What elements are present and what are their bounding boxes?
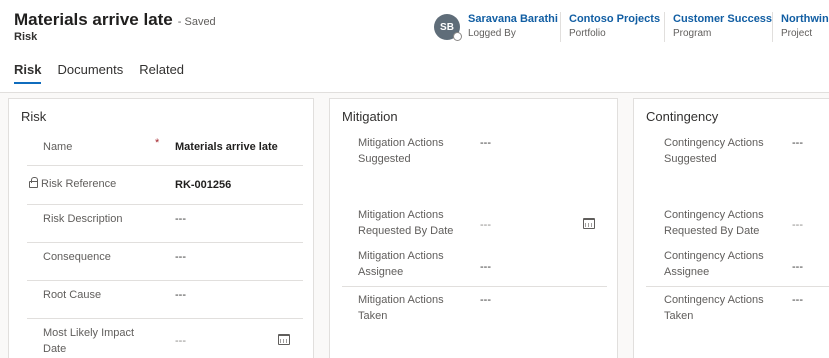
mitigation-requested-label: Mitigation Actions <box>358 209 444 221</box>
contingency-assignee-label-line2: Assignee <box>664 266 710 278</box>
tab-related[interactable]: Related <box>139 62 184 85</box>
section-title-contingency: Contingency <box>646 109 719 124</box>
mitigation-requested-field[interactable]: --- <box>480 217 491 233</box>
header-field-project: Northwind Project <box>781 13 829 39</box>
divider <box>27 204 303 205</box>
consequence-label: Consequence <box>43 251 111 263</box>
impact-date-label-line2: Date <box>43 343 67 355</box>
mitigation-taken-label: Mitigation Actions <box>358 294 444 306</box>
risk-reference-field: RK-001256 <box>175 179 232 191</box>
contingency-assignee-label: Contingency Actions <box>664 250 764 262</box>
mitigation-taken-field[interactable]: --- <box>480 292 491 308</box>
header-divider <box>772 12 773 42</box>
divider <box>27 280 303 281</box>
portfolio-label: Portfolio <box>569 28 606 39</box>
tab-list: Risk Documents Related <box>14 62 200 85</box>
mitigation-assignee-label: Mitigation Actions <box>358 250 444 262</box>
contingency-taken-field[interactable]: --- <box>792 292 803 308</box>
program-link[interactable]: Customer Success <box>673 13 772 25</box>
mitigation-requested-label-line2: Requested By Date <box>358 225 454 237</box>
presence-icon <box>453 32 462 41</box>
tab-documents[interactable]: Documents <box>57 62 123 85</box>
header-divider <box>560 12 561 42</box>
mitigation-suggested-label: Mitigation Actions <box>358 137 444 149</box>
header-divider <box>664 12 665 42</box>
mitigation-section: Mitigation Mitigation Actions Suggested … <box>329 98 618 358</box>
divider <box>27 318 303 319</box>
contingency-suggested-field[interactable]: --- <box>792 135 803 151</box>
contingency-section: Contingency Contingency Actions Suggeste… <box>633 98 829 358</box>
contingency-suggested-label: Contingency Actions <box>664 137 764 149</box>
program-label: Program <box>673 28 712 39</box>
section-title-risk: Risk <box>21 109 47 124</box>
contingency-assignee-field[interactable]: --- <box>792 259 803 275</box>
record-title: Materials arrive late <box>14 10 173 29</box>
header-field-portfolio: Contoso Projects Portfolio <box>569 13 660 39</box>
risk-description-label: Risk Description <box>43 213 123 225</box>
contingency-suggested-label-line2: Suggested <box>664 153 717 165</box>
required-indicator: * <box>155 137 160 149</box>
contingency-requested-field[interactable]: --- <box>792 217 803 233</box>
header-field-program: Customer Success Program <box>673 13 772 39</box>
tab-risk[interactable]: Risk <box>14 62 42 85</box>
mitigation-suggested-field[interactable]: --- <box>480 135 491 151</box>
mitigation-assignee-label-line2: Assignee <box>358 266 404 278</box>
owner-label: Logged By <box>468 28 516 39</box>
impact-date-label: Most Likely Impact <box>43 327 135 339</box>
entity-name: Risk <box>14 31 38 43</box>
portfolio-link[interactable]: Contoso Projects <box>569 13 660 25</box>
contingency-taken-label: Contingency Actions <box>664 294 764 306</box>
mitigation-taken-label-line2: Taken <box>358 310 388 322</box>
section-title-mitigation: Mitigation <box>342 109 398 124</box>
impact-date-field[interactable]: --- <box>175 333 186 349</box>
risk-section: Risk Name * Materials arrive late Risk R… <box>8 98 314 358</box>
mitigation-assignee-field[interactable]: --- <box>480 259 491 275</box>
divider <box>27 165 303 166</box>
divider <box>27 242 303 243</box>
contingency-requested-label-line2: Requested By Date <box>664 225 760 237</box>
title-row: Materials arrive late - Saved <box>14 10 216 30</box>
divider <box>342 286 607 287</box>
save-status: - Saved <box>177 16 216 28</box>
name-label: Name <box>43 141 73 153</box>
calendar-icon[interactable] <box>583 218 595 229</box>
header-field-owner: Saravana Barathi Logged By <box>468 13 558 39</box>
project-label: Project <box>781 28 813 39</box>
contingency-taken-label-line2: Taken <box>664 310 694 322</box>
project-link[interactable]: Northwind <box>781 13 829 25</box>
owner-name-link[interactable]: Saravana Barathi <box>468 13 558 25</box>
divider <box>646 286 829 287</box>
risk-reference-label: Risk Reference <box>41 178 117 190</box>
root-cause-label: Root Cause <box>43 289 102 301</box>
record-header: Materials arrive late - Saved Risk SB Sa… <box>0 0 829 93</box>
mitigation-suggested-label-line2: Suggested <box>358 153 411 165</box>
contingency-requested-label: Contingency Actions <box>664 209 764 221</box>
risk-description-field[interactable]: --- <box>175 211 186 227</box>
name-field[interactable]: Materials arrive late <box>175 139 305 155</box>
lock-icon <box>29 177 38 188</box>
consequence-field[interactable]: --- <box>175 249 186 265</box>
calendar-icon[interactable] <box>278 334 290 345</box>
root-cause-field[interactable]: --- <box>175 287 186 303</box>
